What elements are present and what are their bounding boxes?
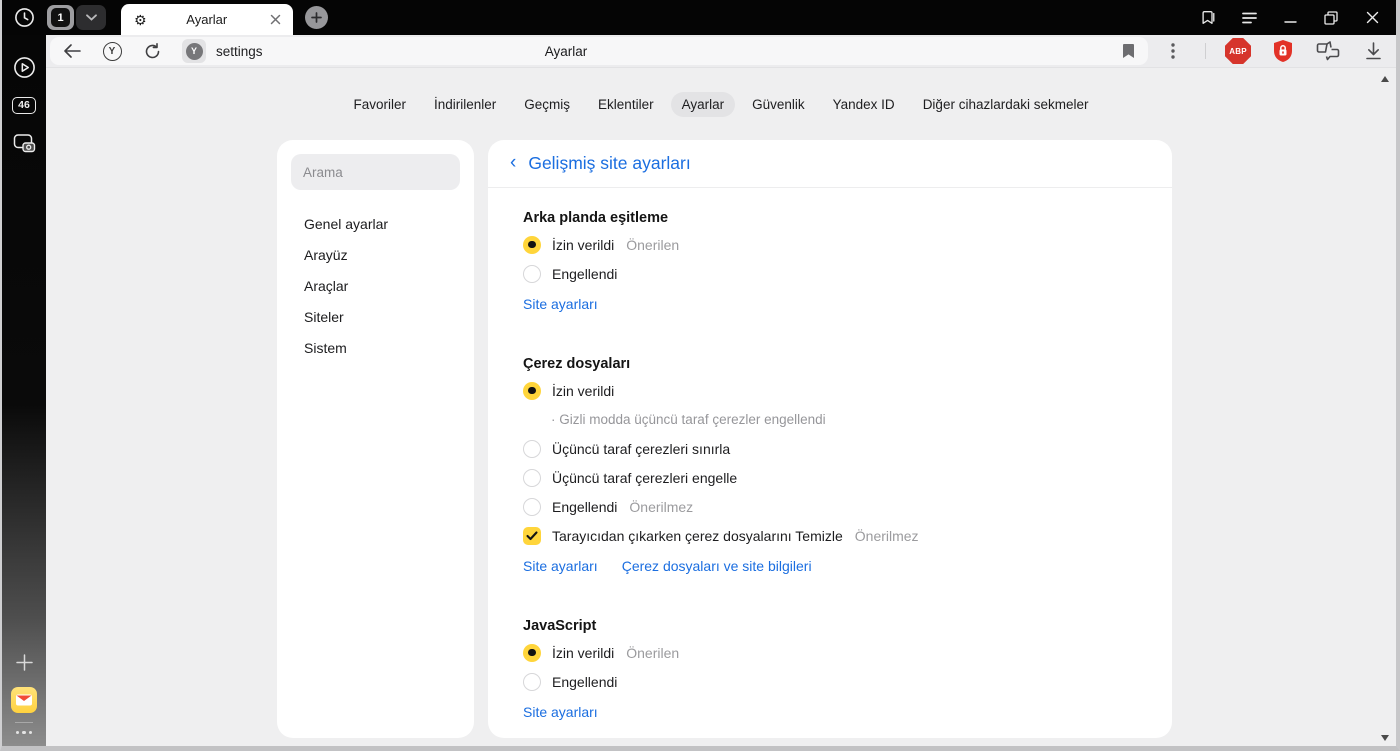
- nav-tab-ayarlar[interactable]: Ayarlar: [670, 92, 736, 117]
- video-player-icon[interactable]: [10, 53, 38, 81]
- nav-tab-diger-cihazlar[interactable]: Diğer cihazlardaki sekmeler: [912, 92, 1100, 117]
- sidebar-bottom-group: [10, 649, 38, 747]
- section-title-javascript: JavaScript: [523, 618, 597, 634]
- collections-icon[interactable]: [1315, 38, 1341, 64]
- radio-unchecked[interactable]: [523, 439, 541, 458]
- minimize-icon[interactable]: [1282, 10, 1298, 26]
- settings-content-panel: ‹ Gelişmiş site ayarları Arka planda eşi…: [488, 140, 1172, 738]
- scrollbar-up-arrow[interactable]: [1381, 76, 1389, 82]
- radio-checked[interactable]: [523, 381, 541, 400]
- tab-close-icon[interactable]: [267, 12, 283, 28]
- settings-search[interactable]: [291, 154, 460, 190]
- reload-icon[interactable]: [142, 41, 162, 61]
- menu-icon[interactable]: [1241, 10, 1257, 26]
- sidebar-more-icon[interactable]: [15, 730, 33, 739]
- nav-tab-favoriler[interactable]: Favoriler: [342, 92, 417, 117]
- settings-page: Favoriler İndirilenler Geçmiş Eklentiler…: [46, 68, 1396, 746]
- tabs-counter-badge[interactable]: 46: [10, 91, 38, 119]
- option-row: Üçüncü taraf çerezleri engelle: [523, 463, 1136, 492]
- active-tab[interactable]: ⚙ Ayarlar: [121, 4, 293, 35]
- settings-menu: Genel ayarlar Arayüz Araçlar Siteler Sis…: [291, 208, 460, 363]
- radio-unchecked[interactable]: [523, 497, 541, 516]
- radio-unchecked[interactable]: [523, 672, 541, 691]
- advanced-site-settings-header[interactable]: ‹ Gelişmiş site ayarları: [488, 140, 1172, 188]
- add-widget-plus-icon[interactable]: [10, 649, 38, 677]
- site-favicon[interactable]: Y: [182, 39, 206, 63]
- side-panel-icon[interactable]: [1200, 10, 1216, 26]
- option-row: Üçüncü taraf çerezleri sınırla: [523, 434, 1136, 463]
- option-row: İzin verildi Önerilen: [523, 230, 1136, 259]
- option-row: İzin verildi: [523, 376, 1136, 405]
- back-icon[interactable]: [62, 41, 82, 61]
- yandex-mail-icon[interactable]: [11, 686, 37, 713]
- browser-side-panel: 46: [2, 35, 46, 746]
- checkbox-checked[interactable]: [523, 526, 541, 545]
- site-settings-link[interactable]: Site ayarları: [523, 704, 598, 724]
- bookmark-icon[interactable]: [1118, 41, 1138, 61]
- site-settings-link[interactable]: Site ayarları: [523, 296, 598, 316]
- site-settings-link[interactable]: Site ayarları: [523, 558, 598, 578]
- screenshot-icon[interactable]: [10, 129, 38, 157]
- restore-icon[interactable]: [1323, 10, 1339, 26]
- radio-checked[interactable]: [523, 235, 541, 254]
- sidebar-item-genel-ayarlar[interactable]: Genel ayarlar: [291, 208, 460, 239]
- window-controls: [1200, 10, 1396, 26]
- toolbar-divider: [1205, 43, 1206, 59]
- sidebar-divider: [15, 721, 33, 723]
- history-icon[interactable]: [10, 7, 38, 28]
- option-row: Engellendi: [523, 667, 1136, 696]
- section-title-background-sync: Arka planda eşitleme: [523, 210, 669, 226]
- adblock-plus-icon[interactable]: ABP: [1225, 38, 1251, 64]
- radio-checked[interactable]: [523, 643, 541, 662]
- settings-body: Arka planda eşitleme İzin verildi Öneril…: [488, 210, 1172, 738]
- yandex-services-icon[interactable]: Y: [102, 41, 122, 61]
- kebab-menu-icon[interactable]: [1160, 38, 1186, 64]
- sidebar-item-siteler[interactable]: Siteler: [291, 301, 460, 332]
- section-title-cookies: Çerez dosyaları: [523, 356, 631, 372]
- address-toolbar: Y Y settings Ayarlar ABP: [46, 35, 1396, 68]
- nav-tab-yandex-id[interactable]: Yandex ID: [822, 92, 906, 117]
- omnibox[interactable]: Y Y settings Ayarlar: [50, 37, 1148, 65]
- toolbar-extensions: ABP: [1148, 38, 1386, 64]
- downloads-icon[interactable]: [1360, 38, 1386, 64]
- section-header-title: Gelişmiş site ayarları: [528, 153, 691, 173]
- settings-sidebar-panel: Genel ayarlar Arayüz Araçlar Siteler Sis…: [277, 140, 474, 738]
- nav-tab-gecmis[interactable]: Geçmiş: [513, 92, 581, 117]
- protect-shield-icon[interactable]: [1270, 38, 1296, 64]
- tab-title: Ayarlar: [186, 12, 228, 27]
- cookies-and-site-data-link[interactable]: Çerez dosyaları ve site bilgileri: [622, 558, 812, 578]
- settings-gear-icon: ⚙: [134, 11, 147, 28]
- close-window-icon[interactable]: [1364, 10, 1380, 26]
- option-row: Tarayıcıdan çıkarken çerez dosyalarını T…: [523, 521, 1136, 550]
- option-row: Engellendi: [523, 259, 1136, 288]
- tab-group-control: 1: [47, 5, 106, 30]
- sidebar-item-araclar[interactable]: Araçlar: [291, 270, 460, 301]
- scrollbar-down-arrow[interactable]: [1381, 735, 1389, 741]
- new-tab-button[interactable]: [305, 6, 328, 29]
- tab-bar: 1 ⚙ Ayarlar: [2, 0, 1396, 35]
- cookies-incognito-note: · Gizli modda üçüncü taraf çerezler enge…: [551, 412, 826, 427]
- radio-unchecked[interactable]: [523, 264, 541, 283]
- omnibox-text[interactable]: settings: [216, 44, 263, 59]
- back-chevron-icon[interactable]: ‹: [510, 153, 516, 172]
- option-row: Engellendi Önerilmez: [523, 492, 1136, 521]
- search-input[interactable]: [291, 164, 460, 180]
- browser-window: 1 ⚙ Ayarlar 46 Y Y settings Ayarlar ABP …: [0, 0, 1400, 751]
- nav-tab-indirilenler[interactable]: İndirilenler: [423, 92, 507, 117]
- option-row: İzin verildi Önerilen: [523, 638, 1136, 667]
- tab-group-chevron-down-icon[interactable]: [76, 5, 106, 30]
- radio-unchecked[interactable]: [523, 468, 541, 487]
- tab-count-badge: 1: [51, 8, 70, 27]
- tab-group-button[interactable]: 1: [47, 5, 74, 30]
- settings-top-nav: Favoriler İndirilenler Geçmiş Eklentiler…: [46, 92, 1396, 117]
- page-title: Ayarlar: [544, 43, 588, 59]
- nav-tab-guvenlik[interactable]: Güvenlik: [741, 92, 816, 117]
- sidebar-item-arayuz[interactable]: Arayüz: [291, 239, 460, 270]
- sidebar-item-sistem[interactable]: Sistem: [291, 332, 460, 363]
- nav-tab-eklentiler[interactable]: Eklentiler: [587, 92, 665, 117]
